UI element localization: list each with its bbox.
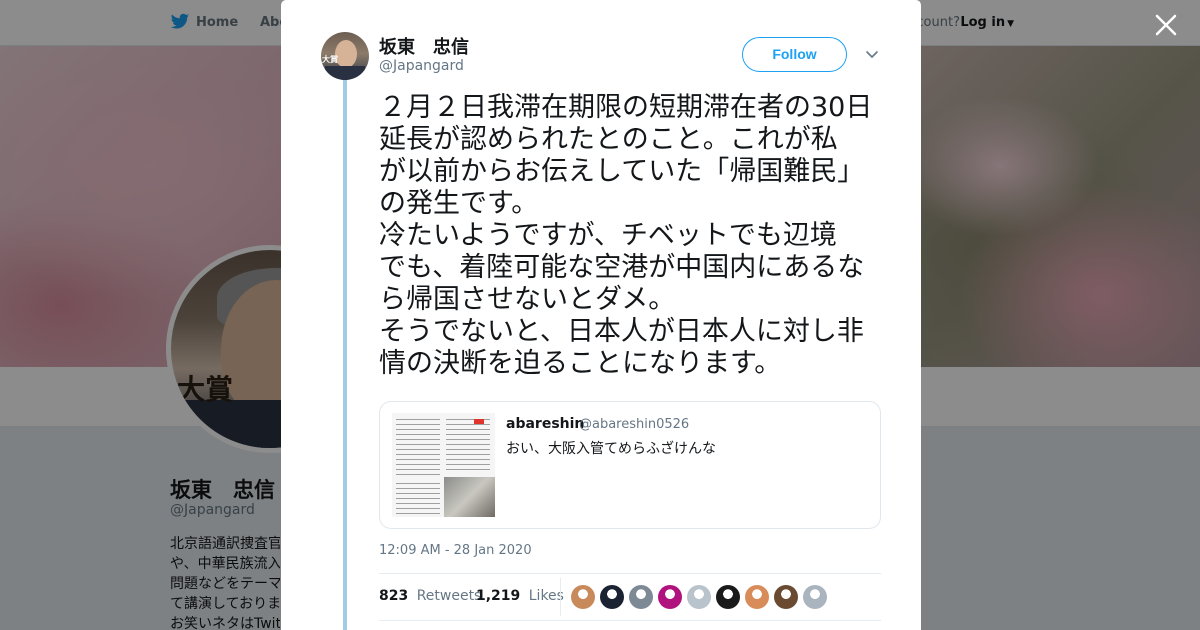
liker-avatar[interactable] — [745, 585, 769, 609]
tweet-text-line: 冷たいようですが、チベットでも辺境 — [379, 220, 837, 251]
image-text-column — [446, 419, 490, 473]
liker-avatar[interactable] — [600, 585, 624, 609]
quoted-author-name: abareshin — [506, 416, 585, 432]
author-avatar[interactable]: 大賞 — [321, 32, 369, 80]
author-name[interactable]: 坂東 忠信 — [379, 33, 469, 59]
liker-avatar[interactable] — [716, 585, 740, 609]
liker-avatar[interactable] — [629, 585, 653, 609]
tweet-text-line: ２月２日我滞在期限の短期滞在者の30日 — [379, 92, 873, 123]
image-text-column — [396, 483, 440, 515]
quoted-tweet[interactable]: abareshin @abareshin0526 おい、大阪入管てめらふざけんな — [379, 401, 881, 529]
retweets-count: 823 — [379, 588, 409, 604]
chevron-down-icon[interactable] — [865, 47, 879, 61]
stats-separator — [560, 578, 561, 616]
liker-avatar[interactable] — [774, 585, 798, 609]
tweet-text-line: 延長が認められたとのこと。これが私 — [379, 124, 838, 155]
avatar-award-tag: 大賞 — [322, 55, 338, 64]
tweet-text-line: そうでないと、日本人が日本人に対し非 — [379, 316, 864, 347]
quoted-author-handle: @abareshin0526 — [579, 417, 690, 432]
image-photo — [444, 477, 495, 517]
follow-button[interactable]: Follow — [742, 37, 847, 72]
likes-label: Likes — [528, 588, 564, 604]
quoted-tweet-text: おい、大阪入管てめらふざけんな — [506, 441, 716, 457]
tweet-modal: 大賞 坂東 忠信 @Japangard Follow ２月２日我滞在期限の短期滞… — [281, 0, 921, 630]
author-handle[interactable]: @Japangard — [379, 58, 464, 74]
liker-avatar[interactable] — [571, 585, 595, 609]
quoted-tweet-image[interactable] — [392, 413, 495, 517]
liker-avatar[interactable] — [658, 585, 682, 609]
liker-avatar[interactable] — [687, 585, 711, 609]
tweet-text: ２月２日我滞在期限の短期滞在者の30日 延長が認められたとのこと。これが私 が以… — [379, 92, 889, 380]
retweets-stat[interactable]: 823 Retweets — [379, 588, 481, 604]
retweets-label: Retweets — [416, 588, 482, 604]
avatar-suit — [325, 66, 365, 80]
image-red-mark — [474, 419, 484, 424]
thread-line — [343, 80, 347, 630]
tweet-text-line: ら帰国させないとダメ。 — [379, 284, 676, 315]
tweet-text-line: 情の決断を迫ることになります。 — [379, 348, 782, 379]
tweet-timestamp[interactable]: 12:09 AM - 28 Jan 2020 — [379, 543, 532, 558]
liker-avatar[interactable] — [803, 585, 827, 609]
tweet-text-line: が以前からお伝えしていた「帰国難民」 — [379, 156, 865, 187]
close-icon[interactable] — [1153, 12, 1179, 38]
divider — [379, 620, 881, 621]
likes-stat[interactable]: 1,219 Likes — [476, 588, 564, 604]
avatar-face — [335, 40, 357, 68]
image-text-column — [396, 419, 440, 479]
tweet-text-line: の発生です。 — [379, 188, 539, 219]
likes-count: 1,219 — [476, 588, 521, 604]
tweet-text-line: でも、着陸可能な空港が中国内にあるな — [379, 252, 865, 283]
divider — [379, 573, 881, 574]
